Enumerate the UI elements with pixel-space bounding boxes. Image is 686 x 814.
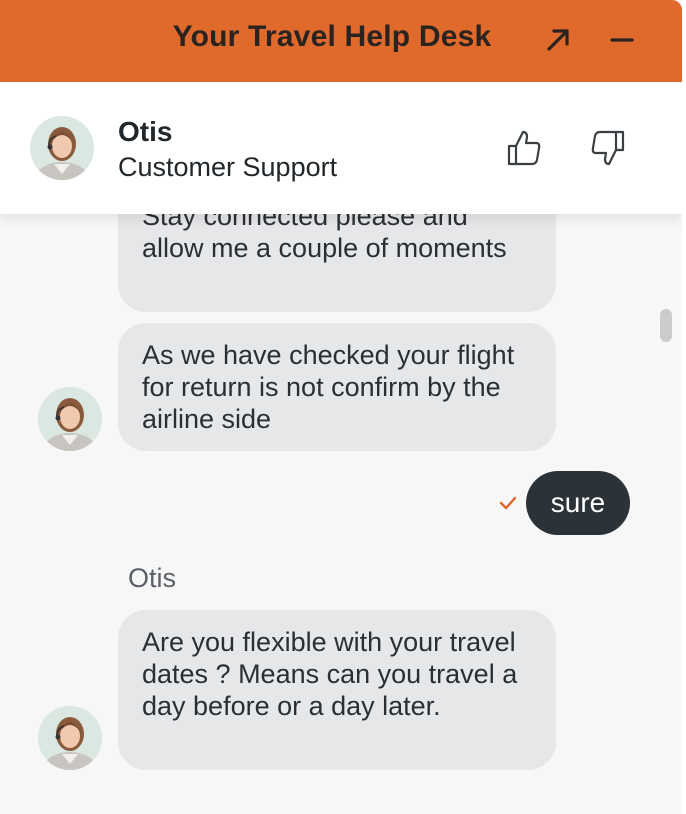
agent-avatar	[30, 116, 94, 180]
title-bar: Your Travel Help Desk	[0, 0, 682, 82]
agent-avatar	[38, 387, 102, 451]
thumbs-up-icon	[507, 130, 541, 166]
arrow-up-right-icon	[547, 29, 569, 51]
agent-name: Otis	[118, 116, 173, 147]
agent-message-bubble: Are you flexible with your travel dates …	[118, 610, 556, 770]
chat-widget: Your Travel Help Desk Otis Customer Supp…	[0, 0, 682, 814]
expand-button[interactable]	[536, 18, 580, 62]
thumbs-down-button[interactable]	[586, 126, 630, 170]
agent-header: Otis Customer Support	[0, 82, 682, 214]
agent-message-bubble: Stay connected please and allow me a cou…	[118, 214, 556, 312]
thumbs-down-icon	[591, 130, 625, 166]
agent-avatar	[38, 706, 102, 770]
message-list[interactable]: Stay connected please and allow me a cou…	[0, 214, 682, 814]
sender-name-label: Otis	[128, 563, 177, 593]
thumbs-up-button[interactable]	[502, 126, 546, 170]
checkmark-icon	[499, 496, 517, 510]
scrollbar-thumb[interactable]	[660, 309, 672, 342]
page-edge	[682, 0, 686, 814]
minimize-button[interactable]	[600, 18, 644, 62]
agent-role: Customer Support	[118, 152, 338, 182]
user-message-bubble: sure	[526, 471, 630, 535]
agent-message-bubble: As we have checked your flight for retur…	[118, 323, 556, 451]
minus-icon	[610, 38, 634, 42]
